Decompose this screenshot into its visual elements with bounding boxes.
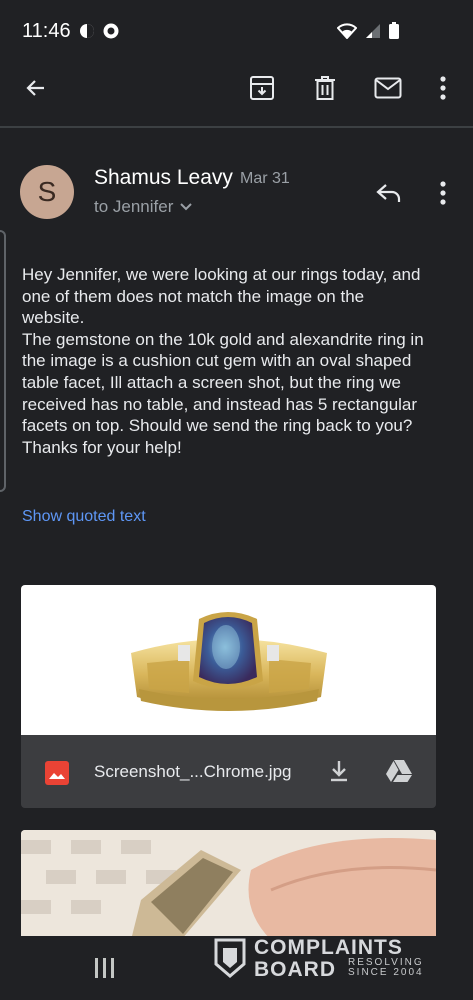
chevron-down-icon: [180, 203, 193, 211]
attachment-file-name: Screenshot_...Chrome.jpg: [94, 762, 292, 781]
recents-bar: [102, 958, 106, 978]
show-quoted-text-link[interactable]: Show quoted text: [22, 508, 146, 526]
image-file-icon: [45, 761, 69, 785]
more-vert-icon: [440, 181, 446, 205]
complaintsboard-logo-icon: [214, 938, 246, 978]
brightness-icon: [80, 24, 94, 38]
body-line: the image is a cushion cut gem with an o…: [22, 351, 412, 371]
message-more-button[interactable]: [420, 170, 466, 216]
edge-panel-handle[interactable]: [0, 230, 6, 492]
trash-icon: [315, 76, 335, 100]
watermark-tagline: RESOLVING SINCE 2004: [348, 958, 428, 978]
body-line: The gemstone on the 10k gold and alexand…: [22, 329, 424, 349]
mail-icon: [374, 77, 402, 99]
arrow-left-icon: [26, 80, 44, 96]
reply-button[interactable]: [366, 170, 412, 216]
body-line: facets on top. Should we send the ring b…: [22, 416, 413, 436]
message-date: Mar 31: [240, 170, 290, 187]
watermark-line4: SINCE 2004: [348, 967, 424, 978]
attachment-card-photo[interactable]: [21, 830, 436, 940]
body-line: received has no table, and instead has 5…: [22, 394, 418, 414]
back-button[interactable]: [12, 64, 60, 112]
delete-button[interactable]: [301, 64, 349, 112]
attachment-info-bar: Screenshot_...Chrome.jpg: [21, 735, 436, 808]
notification-app-icon: [103, 23, 119, 39]
status-time: 11:46: [22, 20, 71, 42]
more-options-button[interactable]: [419, 64, 467, 112]
download-attachment-button[interactable]: [321, 753, 357, 789]
download-icon: [331, 761, 347, 782]
body-line: Hey Jennifer, we were looking at our rin…: [22, 265, 421, 284]
attachment-card[interactable]: Screenshot_...Chrome.jpg: [21, 585, 436, 808]
google-drive-icon: [386, 760, 412, 782]
attachment-preview-ring-image[interactable]: [21, 585, 436, 735]
save-to-drive-button[interactable]: [381, 753, 417, 789]
wifi-icon: [337, 23, 357, 39]
body-line: one of them does not match the image on …: [22, 286, 365, 306]
more-vert-icon: [440, 76, 446, 100]
recents-bar: [94, 958, 98, 978]
mark-unread-button[interactable]: [364, 64, 412, 112]
recents-bar: [110, 958, 114, 978]
archive-button[interactable]: [238, 64, 286, 112]
status-icons-left: [78, 22, 120, 40]
message-body: Hey Jennifer, we were looking at our rin…: [22, 264, 452, 458]
recipient-details-toggle[interactable]: to Jennifer: [94, 197, 193, 217]
recipient-label: to Jennifer: [94, 197, 174, 216]
watermark-line2: BOARD: [254, 958, 336, 981]
toolbar-divider: [0, 126, 473, 128]
signal-icon: [366, 24, 380, 38]
reply-icon: [376, 184, 401, 202]
archive-icon: [250, 76, 274, 100]
status-icons-right: [337, 22, 399, 39]
ring-image: [131, 612, 327, 711]
battery-icon: [389, 22, 399, 39]
recents-button[interactable]: [86, 950, 122, 986]
complaintsboard-watermark: COMPLAINTS BOARD RESOLVING SINCE 2004: [212, 936, 427, 982]
message-toolbar: [0, 64, 473, 116]
body-line: Thanks for your help!: [22, 437, 182, 457]
ring-photo-image: [21, 830, 436, 940]
sender-name: Shamus Leavy: [94, 166, 233, 189]
avatar[interactable]: S: [20, 165, 74, 219]
body-line: website.: [22, 308, 85, 328]
body-line: table facet, Ill attach a screen shot, b…: [22, 372, 401, 392]
status-bar: 11:46: [0, 0, 473, 64]
